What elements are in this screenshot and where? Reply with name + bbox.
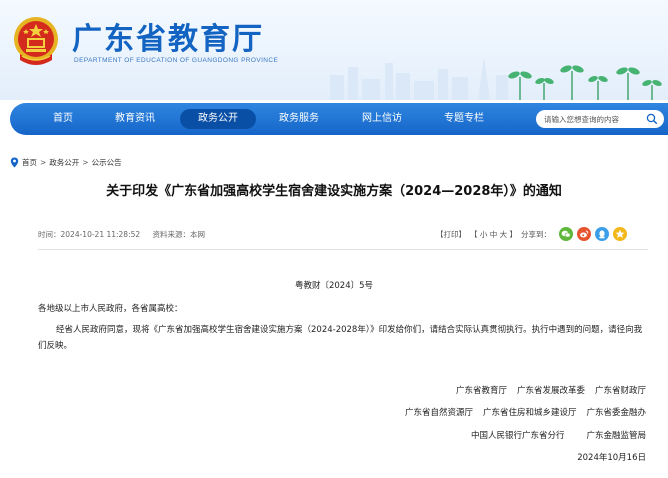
breadcrumb: 首页 > 政务公开 > 公示公告 <box>10 156 122 168</box>
print-button[interactable]: 【打印】 <box>436 229 466 240</box>
article-paragraph: 经省人民政府同意，现将《广东省加强高校学生宿舍建设实施方案（2024-2028年… <box>38 325 643 351</box>
signers-row: 广东省自然资源厅 广东省住房和城乡建设厅 广东省委金融办 <box>405 406 646 418</box>
breadcrumb-item-notices[interactable]: 公示公告 <box>92 157 122 168</box>
signer: 广东省发展改革委 <box>516 386 585 396</box>
nav-item-home[interactable]: 首页 <box>38 103 88 135</box>
breadcrumb-separator: > <box>82 157 89 167</box>
national-emblem-icon <box>14 17 58 65</box>
site-header: 广东省教育厅 DEPARTMENT OF EDUCATION OF GUANGD… <box>0 0 668 100</box>
nav-item-services[interactable]: 政务服务 <box>272 103 326 135</box>
salutation: 各地级以上市人民政府，各省属高校： <box>38 304 183 314</box>
signers-row: 中国人民银行广东省分行 广东金融监管局 <box>471 429 646 441</box>
sprout-decoration <box>508 65 662 100</box>
qq-share-icon[interactable] <box>595 227 610 241</box>
nav-item-petition[interactable]: 网上信访 <box>354 103 410 135</box>
article-title: 关于印发《广东省加强高校学生宿舍建设实施方案（2024—2028年）》的通知 <box>106 184 562 199</box>
document-number: 粤教财〔2024〕5号 <box>294 281 374 291</box>
signer: 广东金融监管局 <box>586 431 646 441</box>
signer: 广东省教育厅 <box>455 386 507 396</box>
issue-date: 2024年10月16日 <box>577 453 646 463</box>
breadcrumb-item-government-affairs[interactable]: 政务公开 <box>49 157 79 168</box>
signer: 广东省自然资源厅 <box>404 408 473 418</box>
font-size-selector[interactable]: 【 小 中 大 】 <box>470 229 517 240</box>
search-icon[interactable] <box>646 113 658 125</box>
search-input[interactable] <box>544 112 644 126</box>
signer: 广东省住房和城乡建设厅 <box>482 408 577 418</box>
weibo-share-icon[interactable] <box>577 227 592 241</box>
nav-item-special-topics[interactable]: 专题专栏 <box>436 103 492 135</box>
signer: 广东省财政厅 <box>594 386 646 396</box>
main-nav: 首页 教育资讯 政务公开 政务服务 网上信访 专题专栏 <box>10 103 668 135</box>
location-pin-icon <box>10 157 19 167</box>
breadcrumb-separator: > <box>40 157 47 167</box>
nav-item-news[interactable]: 教育资讯 <box>110 103 160 135</box>
qzone-share-icon[interactable] <box>613 227 628 241</box>
publish-time: 时间：2024-10-21 11:28:52 <box>38 230 141 239</box>
search-box <box>536 110 664 128</box>
signers-row: 广东省教育厅 广东省发展改革委 广东省财政厅 <box>456 384 646 396</box>
article-tools: 【打印】 【 小 中 大 】 分享到： <box>436 226 628 242</box>
breadcrumb-item-home[interactable]: 首页 <box>22 157 37 168</box>
signer: 中国人民银行广东省分行 <box>470 431 565 441</box>
site-title[interactable]: 广东省教育厅 <box>72 14 264 58</box>
signer: 广东省委金融办 <box>586 408 646 418</box>
article-source: 资料来源：本网 <box>152 230 206 239</box>
nav-item-government-affairs[interactable]: 政务公开 <box>180 109 256 129</box>
meta-divider <box>38 249 648 250</box>
wechat-share-icon[interactable] <box>559 227 574 241</box>
article-meta: 时间：2024-10-21 11:28:52 资料来源：本网 <box>38 229 215 240</box>
share-label: 分享到： <box>521 229 552 239</box>
